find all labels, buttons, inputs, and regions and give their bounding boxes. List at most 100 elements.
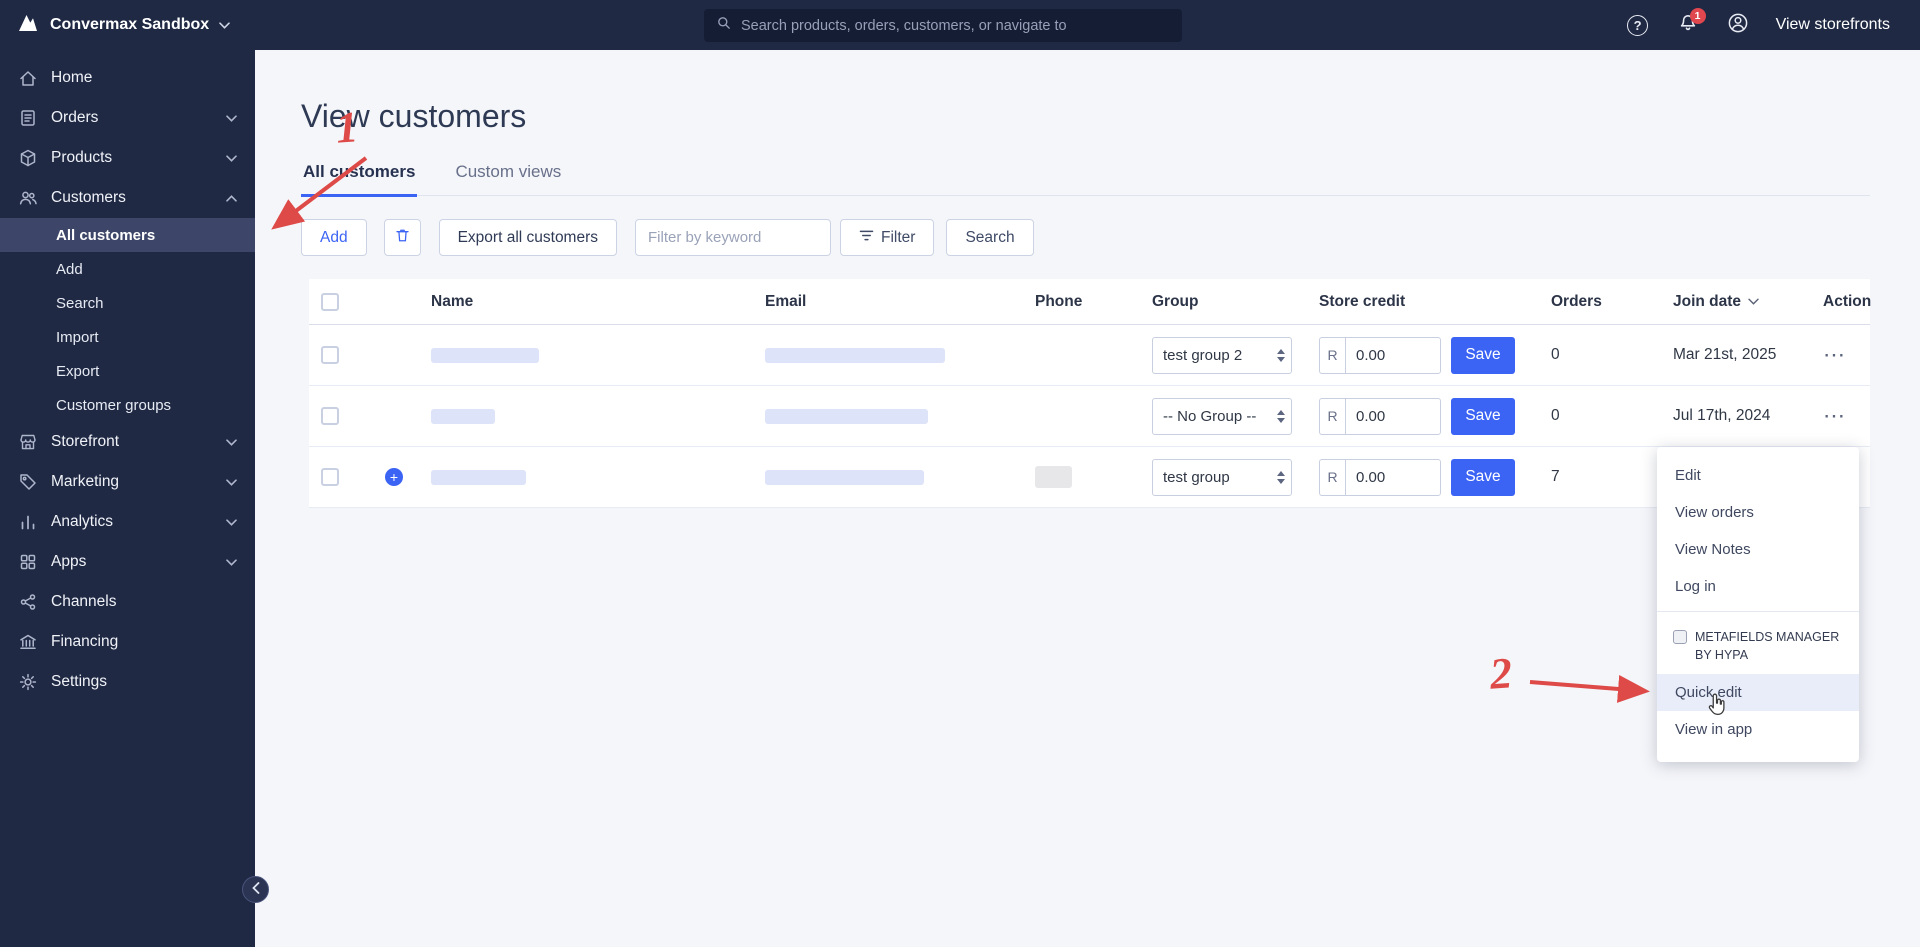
sidebar-item-customer-groups[interactable]: Customer groups — [0, 388, 255, 422]
menu-item-view-in-app[interactable]: View in app — [1657, 711, 1859, 748]
group-select[interactable]: -- No Group -- — [1152, 397, 1292, 435]
sidebar-item-customers[interactable]: Customers — [0, 178, 255, 218]
menu-item-edit[interactable]: Edit — [1657, 457, 1859, 494]
filter-keyword-input[interactable] — [635, 219, 832, 256]
store-credit-input[interactable] — [1345, 458, 1441, 496]
sidebar-item-apps[interactable]: Apps — [0, 542, 255, 582]
table-header: Name Email Phone Group Store credit Orde… — [309, 279, 1872, 325]
account-button[interactable] — [1726, 13, 1750, 37]
chevron-left-icon — [251, 881, 260, 899]
chevron-down-icon — [226, 473, 237, 491]
sidebar-subitem-label: Add — [56, 260, 83, 278]
expand-row-plus-icon[interactable]: + — [385, 468, 403, 486]
page-title: View customers — [301, 98, 527, 134]
column-header-action: Action — [1823, 292, 1872, 310]
row-checkbox[interactable] — [321, 407, 339, 425]
global-search-input[interactable] — [741, 17, 1170, 34]
tab-custom-views[interactable]: Custom views — [453, 162, 563, 195]
chevron-down-icon — [226, 109, 237, 127]
sidebar-item-storefront[interactable]: Storefront — [0, 422, 255, 462]
financing-icon — [18, 632, 38, 652]
join-date-label: Join date — [1673, 292, 1742, 310]
filter-button[interactable]: Filter — [840, 219, 935, 256]
redacted-customer-email — [765, 469, 924, 485]
search-button[interactable]: Search — [946, 219, 1034, 256]
sidebar-subitem-label: All customers — [56, 226, 156, 244]
sort-caret-icon — [1748, 298, 1759, 305]
menu-item-view-orders[interactable]: View orders — [1657, 494, 1859, 531]
toolbar: Add Export all customers Filter Search — [301, 219, 1034, 256]
orders-count: 0 — [1551, 346, 1560, 363]
sidebar-item-label: Apps — [51, 553, 87, 570]
global-search[interactable] — [704, 9, 1182, 42]
group-select[interactable]: test group 2 — [1152, 336, 1292, 374]
tab-all-customers[interactable]: All customers — [301, 162, 418, 197]
store-credit-input[interactable] — [1345, 397, 1441, 435]
column-header-orders[interactable]: Orders — [1551, 293, 1673, 311]
menu-item-quick-edit[interactable]: Quick edit — [1657, 674, 1859, 711]
sidebar-subitem-label: Import — [56, 328, 99, 346]
delete-button[interactable] — [383, 219, 421, 256]
sidebar-item-home[interactable]: Home — [0, 58, 255, 98]
customers-table: Name Email Phone Group Store credit Orde… — [309, 279, 1872, 508]
sidebar-item-search-customers[interactable]: Search — [0, 286, 255, 320]
currency-prefix: R — [1319, 458, 1345, 496]
column-header-phone[interactable]: Phone — [1035, 293, 1152, 311]
column-header-store-credit[interactable]: Store credit — [1319, 293, 1551, 311]
row-actions-button[interactable]: ⋯ — [1823, 342, 1847, 367]
sidebar-item-financing[interactable]: Financing — [0, 622, 255, 662]
save-button[interactable]: Save — [1451, 397, 1515, 435]
menu-item-log-in[interactable]: Log in — [1657, 568, 1859, 605]
sidebar-item-add-customer[interactable]: Add — [0, 252, 255, 286]
sidebar-item-label: Orders — [51, 109, 99, 126]
save-button[interactable]: Save — [1451, 336, 1515, 374]
chevron-up-icon — [226, 189, 237, 207]
group-select-value: test group — [1163, 468, 1230, 486]
chevron-down-icon — [226, 433, 237, 451]
sidebar-item-label: Settings — [51, 673, 108, 690]
filter-icon — [859, 229, 874, 247]
select-stepper-icon — [1271, 399, 1291, 434]
sidebar-item-label: Products — [51, 149, 113, 166]
group-select-value: test group 2 — [1163, 346, 1243, 364]
sidebar-item-channels[interactable]: Channels — [0, 582, 255, 622]
marketing-icon — [18, 472, 38, 492]
save-button[interactable]: Save — [1451, 458, 1515, 496]
sidebar-item-settings[interactable]: Settings — [0, 662, 255, 702]
view-storefronts-link[interactable]: View storefronts — [1776, 16, 1890, 34]
row-actions-button[interactable]: ⋯ — [1823, 403, 1847, 428]
column-header-group[interactable]: Group — [1152, 293, 1319, 311]
group-select[interactable]: test group — [1152, 458, 1292, 496]
export-all-customers-button[interactable]: Export all customers — [438, 219, 618, 256]
sidebar-item-label: Financing — [51, 633, 119, 650]
row-checkbox[interactable] — [321, 468, 339, 486]
select-all-checkbox[interactable] — [321, 292, 339, 311]
notifications-button[interactable]: 1 — [1676, 8, 1706, 37]
user-icon — [1727, 12, 1749, 39]
store-switcher[interactable]: Convermax Sandbox — [0, 11, 255, 40]
sidebar-item-orders[interactable]: Orders — [0, 98, 255, 138]
sidebar-collapse-button[interactable] — [242, 876, 269, 903]
column-header-email[interactable]: Email — [765, 293, 1035, 311]
sidebar-item-marketing[interactable]: Marketing — [0, 462, 255, 502]
select-stepper-icon — [1271, 338, 1291, 373]
store-credit-input[interactable] — [1345, 336, 1441, 374]
notification-badge: 1 — [1689, 8, 1706, 24]
add-customer-button[interactable]: Add — [301, 219, 367, 256]
sidebar-item-all-customers[interactable]: All customers — [0, 218, 255, 252]
chevron-down-icon — [226, 553, 237, 571]
column-header-join-date[interactable]: Join date — [1673, 293, 1815, 311]
sidebar-item-products[interactable]: Products — [0, 138, 255, 178]
redacted-customer-name — [431, 469, 526, 485]
app-root: Convermax Sandbox ? 1 — [0, 0, 1920, 947]
row-checkbox[interactable] — [321, 346, 339, 364]
sidebar-item-analytics[interactable]: Analytics — [0, 502, 255, 542]
column-header-name[interactable]: Name — [431, 293, 765, 311]
topbar: Convermax Sandbox ? 1 — [0, 0, 1920, 50]
sidebar-item-import-customers[interactable]: Import — [0, 320, 255, 354]
menu-item-view-notes[interactable]: View Notes — [1657, 531, 1859, 568]
help-button[interactable]: ? — [1626, 13, 1650, 37]
filter-button-label: Filter — [881, 228, 916, 246]
chevron-down-icon — [226, 513, 237, 531]
sidebar-item-export-customers[interactable]: Export — [0, 354, 255, 388]
